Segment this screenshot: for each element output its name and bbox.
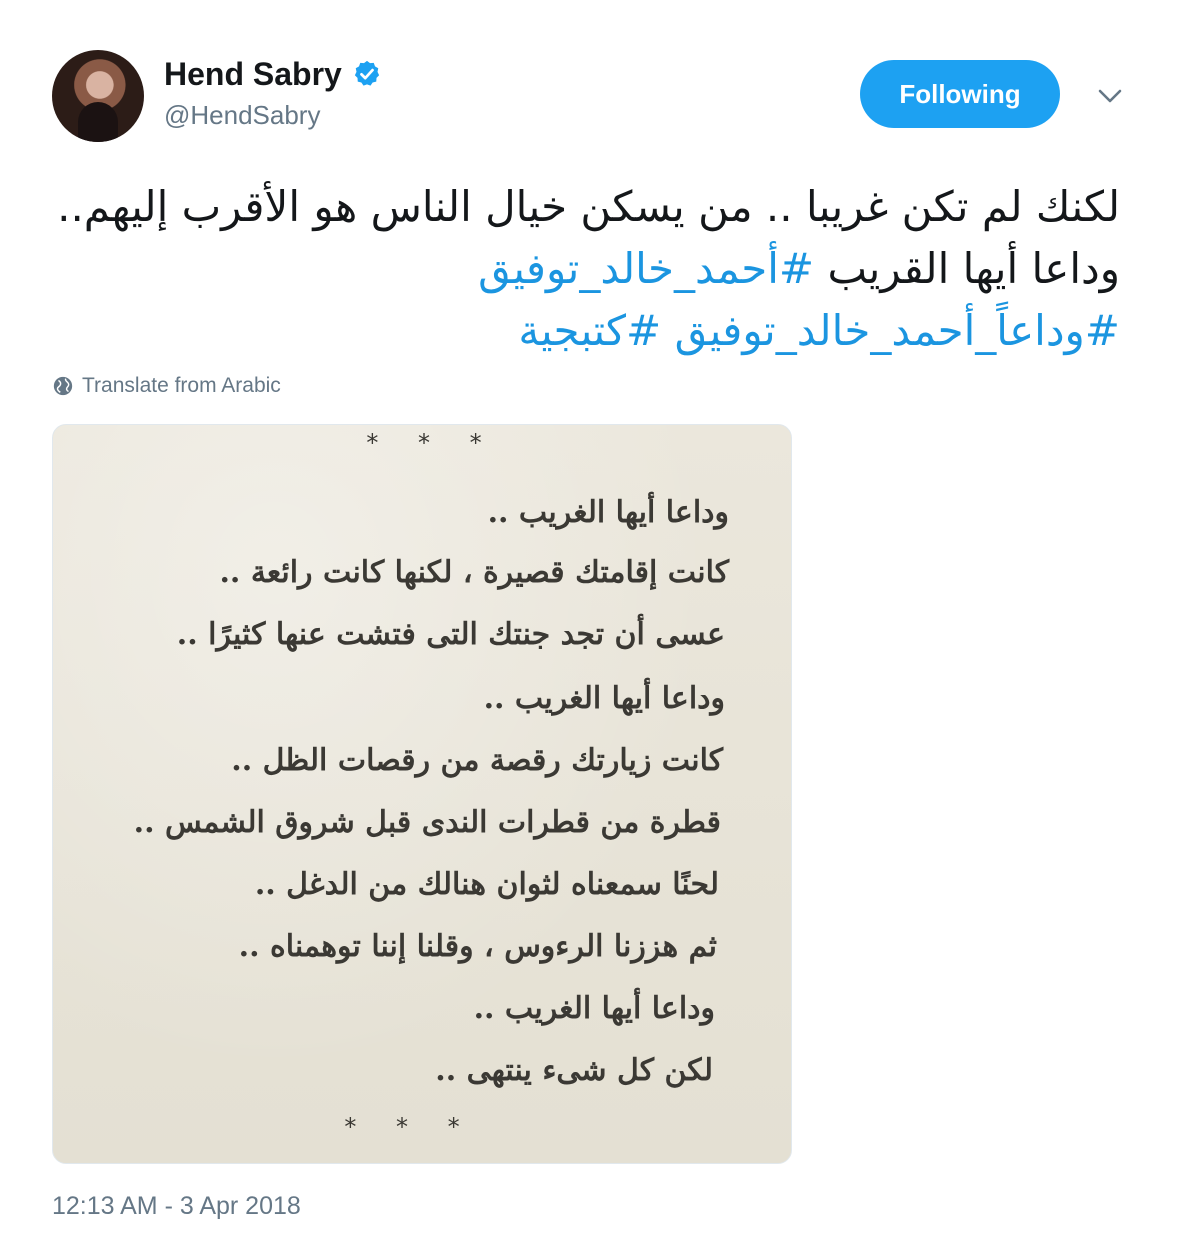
user-handle[interactable]: @HendSabry (164, 100, 382, 131)
stars-separator-bottom: * * * (344, 1113, 476, 1141)
tweet-timestamp[interactable]: 12:13 AM - 3 Apr 2018 (52, 1192, 301, 1221)
poem-line: عسى أن تجد جنتك التى فتشت عنها كثيرًا .. (176, 617, 725, 652)
poem-line: كانت إقامتك قصيرة ، لكنها كانت رائعة .. (219, 555, 729, 590)
poem-line: لكن كل شىء ينتهى .. (435, 1053, 713, 1088)
translate-link[interactable]: Translate from Arabic (52, 374, 281, 398)
poem-line: لحنًا سمعناه لثوان هنالك من الدغل .. (254, 867, 719, 902)
display-name[interactable]: Hend Sabry (164, 56, 342, 93)
poem-line: وداعا أيها الغريب .. (473, 991, 715, 1026)
chevron-down-icon[interactable] (1094, 84, 1126, 108)
hashtag-link[interactable]: #أحمد_خالد_توفيق (478, 244, 814, 293)
hashtag-link[interactable]: #كتبجية (518, 306, 661, 355)
following-button[interactable]: Following (860, 60, 1060, 128)
translate-label: Translate from Arabic (82, 374, 281, 397)
poem-line: كانت زيارتك رقصة من رقصات الظل .. (231, 743, 723, 778)
user-info: Hend Sabry @HendSabry (164, 52, 382, 131)
hashtag-link[interactable]: #وداعاً_أحمد_خالد_توفيق (675, 306, 1120, 355)
stars-separator-top: * * * (366, 429, 498, 457)
poem-line: وداعا أيها الغريب .. (483, 681, 725, 716)
globe-icon (53, 376, 73, 396)
tweet-image[interactable]: * * * وداعا أيها الغريب .. كانت إقامتك ق… (52, 424, 792, 1164)
avatar[interactable] (52, 50, 144, 142)
display-name-row: Hend Sabry (164, 52, 382, 96)
tweet-text: لكنك لم تكن غريبا .. من يسكن خيال الناس … (40, 176, 1120, 362)
poem-line: وداعا أيها الغريب .. (487, 495, 729, 530)
poem-line: ثم هززنا الرءوس ، وقلنا إننا توهمناه .. (238, 929, 717, 964)
poem-line: قطرة من قطرات الندى قبل شروق الشمس .. (133, 805, 721, 840)
verified-badge-icon (354, 60, 379, 86)
